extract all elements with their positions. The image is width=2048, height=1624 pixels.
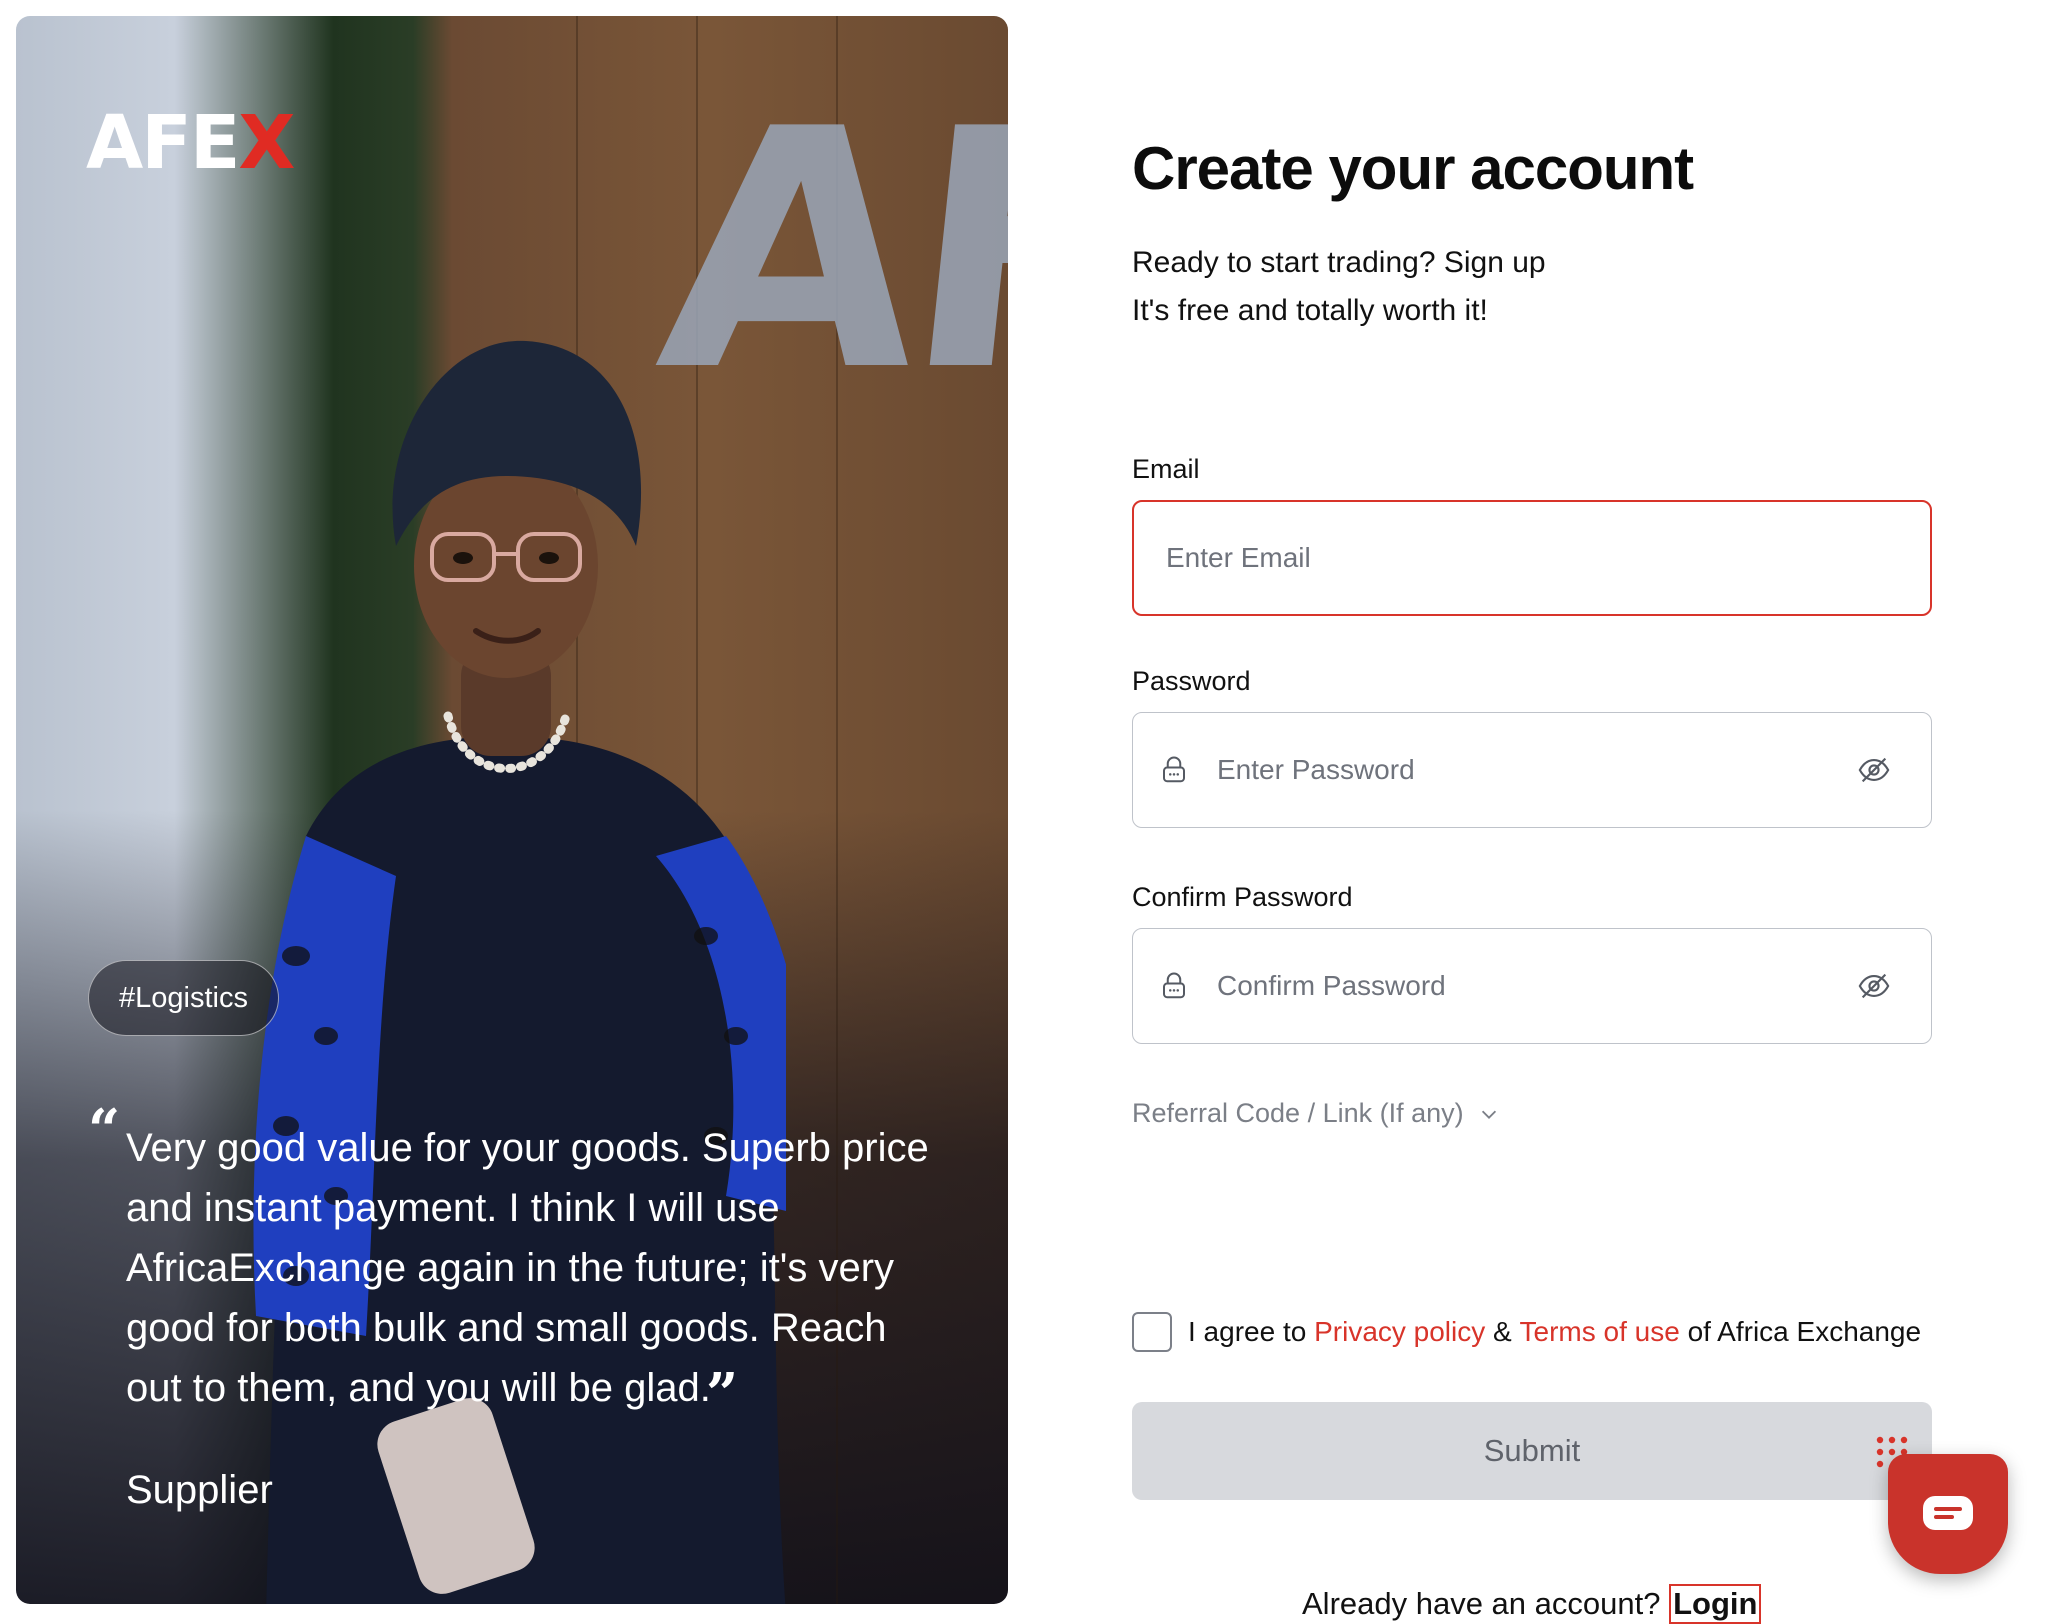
afex-logo[interactable]: AFEX bbox=[86, 106, 295, 180]
terms-agreement: I agree to Privacy policy & Terms of use… bbox=[1132, 1312, 1921, 1352]
agree-suffix: of Africa Exchange bbox=[1687, 1316, 1922, 1347]
page-title: Create your account bbox=[1132, 135, 1694, 202]
subtitle-line-1: Ready to start trading? Sign up bbox=[1132, 246, 1546, 279]
agree-checkbox[interactable] bbox=[1132, 1312, 1172, 1352]
eye-off-icon[interactable] bbox=[1857, 753, 1891, 787]
password-field-box[interactable] bbox=[1132, 712, 1932, 828]
password-label: Password bbox=[1132, 666, 1251, 696]
submit-button[interactable]: Submit bbox=[1132, 1402, 1932, 1500]
chevron-down-icon bbox=[1481, 1110, 1496, 1119]
referral-toggle[interactable]: Referral Code / Link (If any) bbox=[1132, 1098, 1500, 1129]
lock-icon bbox=[1163, 756, 1185, 783]
referral-label: Referral Code / Link (If any) bbox=[1132, 1098, 1464, 1128]
chat-widget-button[interactable] bbox=[1888, 1454, 2008, 1574]
email-input[interactable] bbox=[1134, 502, 1930, 614]
login-link[interactable]: Login bbox=[1669, 1584, 1762, 1624]
agree-prefix: I agree to bbox=[1188, 1316, 1307, 1347]
hashtag-chip-label: #Logistics bbox=[119, 981, 248, 1014]
hero-panel: AF AFEX #Logistics “ Very good value for… bbox=[16, 16, 1008, 1604]
privacy-policy-link[interactable]: Privacy policy bbox=[1314, 1316, 1485, 1348]
open-quote-mark: “ bbox=[88, 1097, 121, 1163]
password-input[interactable] bbox=[1215, 713, 1857, 827]
signup-form: Create your account Ready to start tradi… bbox=[1132, 0, 1932, 1624]
close-quote-mark: ” bbox=[706, 1361, 739, 1427]
lock-icon bbox=[1163, 972, 1185, 999]
agree-ampersand: & bbox=[1493, 1316, 1512, 1347]
chat-bubble-icon bbox=[1923, 1496, 1973, 1530]
confirm-password-input[interactable] bbox=[1215, 929, 1857, 1043]
testimonial-role: Supplier bbox=[126, 1468, 273, 1512]
email-field-box[interactable] bbox=[1132, 500, 1932, 616]
login-prompt: Already have an account? Login bbox=[1302, 1584, 1762, 1624]
login-prompt-text: Already have an account? bbox=[1302, 1586, 1661, 1621]
hashtag-chip: #Logistics bbox=[88, 960, 279, 1036]
email-label: Email bbox=[1132, 454, 1200, 484]
eye-off-icon[interactable] bbox=[1857, 969, 1891, 1003]
testimonial-quote: Very good value for your goods. Superb p… bbox=[126, 1126, 929, 1410]
confirm-password-label: Confirm Password bbox=[1132, 882, 1353, 912]
subtitle-line-2: It's free and totally worth it! bbox=[1132, 294, 1488, 327]
terms-of-use-link[interactable]: Terms of use bbox=[1520, 1316, 1680, 1348]
confirm-password-field-box[interactable] bbox=[1132, 928, 1932, 1044]
